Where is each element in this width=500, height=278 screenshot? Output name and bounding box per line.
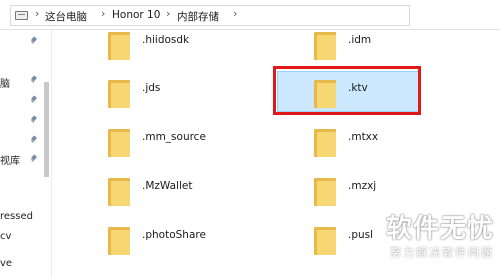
address-bar: › 这台电脑 › Honor 10 › 内部存储 › bbox=[0, 0, 500, 30]
folder-item[interactable]: .hiidosdk bbox=[102, 32, 262, 78]
nav-item[interactable]: cv bbox=[0, 231, 11, 242]
folder-item[interactable]: .mm_source bbox=[102, 129, 262, 175]
breadcrumb-separator[interactable]: › bbox=[166, 7, 170, 20]
folder-icon bbox=[314, 227, 336, 255]
folder-item[interactable]: .MzWallet bbox=[102, 178, 262, 224]
breadcrumb-separator[interactable]: › bbox=[101, 7, 105, 20]
watermark-logo: 软件无忧 bbox=[385, 214, 494, 244]
folder-icon bbox=[314, 32, 336, 60]
folder-name: .photoShare bbox=[142, 229, 206, 241]
highlight-box bbox=[273, 66, 421, 115]
folder-icon bbox=[314, 129, 336, 157]
pin-icon bbox=[31, 76, 39, 84]
nav-item[interactable]: 视库 bbox=[0, 152, 20, 167]
folder-icon bbox=[108, 80, 130, 108]
folder-item[interactable]: .mtxx bbox=[308, 129, 468, 175]
folder-name: .jds bbox=[142, 82, 161, 94]
nav-scrollbar[interactable] bbox=[44, 82, 49, 177]
folder-name: .mm_source bbox=[142, 131, 206, 143]
pin-icon bbox=[31, 136, 39, 144]
breadcrumb-separator[interactable]: › bbox=[233, 7, 237, 20]
folder-icon bbox=[108, 32, 130, 60]
nav-item[interactable]: ressed bbox=[0, 211, 33, 222]
folder-icon bbox=[108, 129, 130, 157]
watermark: 软件无忧 努力解决软件问题 bbox=[376, 214, 494, 260]
pin-icon bbox=[31, 155, 39, 163]
folder-name: .mzxj bbox=[348, 180, 377, 192]
folder-item[interactable]: .jds bbox=[102, 80, 262, 126]
folder-name: .MzWallet bbox=[142, 180, 193, 192]
nav-item[interactable]: ve bbox=[0, 258, 12, 269]
breadcrumb-separator[interactable]: › bbox=[35, 7, 39, 20]
nav-item[interactable]: 脑 bbox=[0, 75, 10, 90]
pin-icon bbox=[31, 116, 39, 124]
folder-item[interactable]: .photoShare bbox=[102, 227, 262, 273]
pin-icon bbox=[31, 96, 39, 104]
folder-icon bbox=[108, 227, 130, 255]
folder-icon bbox=[108, 178, 130, 206]
breadcrumb-device[interactable]: Honor 10 bbox=[112, 9, 160, 21]
drive-icon bbox=[15, 11, 28, 20]
watermark-tagline: 努力解决软件问题 bbox=[390, 246, 494, 259]
folder-icon bbox=[314, 178, 336, 206]
folder-name: .pusl bbox=[348, 229, 374, 241]
folder-name: .mtxx bbox=[348, 131, 379, 143]
pin-icon bbox=[31, 37, 39, 45]
navigation-pane: 脑 视库 ressed cv ve bbox=[0, 30, 52, 278]
folder-name: .idm bbox=[348, 34, 372, 46]
breadcrumb-internal-storage[interactable]: 内部存储 bbox=[177, 9, 219, 24]
breadcrumb[interactable]: › 这台电脑 › Honor 10 › 内部存储 › bbox=[10, 5, 410, 26]
breadcrumb-this-pc[interactable]: 这台电脑 bbox=[45, 9, 87, 24]
folder-name: .hiidosdk bbox=[142, 34, 190, 46]
